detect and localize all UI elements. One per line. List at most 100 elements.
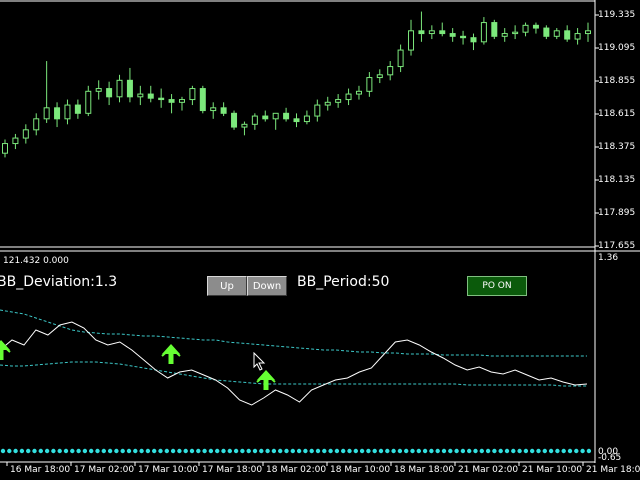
zero-level-dot xyxy=(145,448,151,454)
candle-body xyxy=(293,118,300,123)
candle-body xyxy=(54,107,61,120)
zero-level-dot xyxy=(259,448,264,454)
zero-level-dot xyxy=(290,448,295,454)
price-tick-label: 119.335 xyxy=(598,10,636,20)
candle-body xyxy=(210,107,217,112)
candle-body xyxy=(512,31,519,35)
candle-body xyxy=(262,115,269,120)
candle-body xyxy=(33,118,40,131)
zero-level-dot xyxy=(51,448,56,454)
time-tick-label: 18 Mar 18:00 xyxy=(394,465,455,475)
zero-level-dot xyxy=(107,448,113,454)
zero-level-dot xyxy=(202,448,207,454)
zero-level-dot xyxy=(397,448,403,454)
candle-body xyxy=(335,99,342,103)
lower-band-line xyxy=(0,361,587,387)
zero-level-dot xyxy=(284,448,289,454)
zero-level-dot xyxy=(278,448,283,454)
zero-level-dot xyxy=(240,448,245,454)
zero-level-dot xyxy=(70,448,75,454)
zero-level-dot xyxy=(309,448,314,454)
zero-level-dot xyxy=(7,448,12,454)
candle-body xyxy=(376,74,383,79)
indicator-info: 121.432 0.000 xyxy=(3,256,69,266)
price-tick-label: 119.095 xyxy=(598,43,636,53)
zero-level-dot xyxy=(366,448,371,454)
price-tick-label: 118.615 xyxy=(598,109,636,119)
candle-body xyxy=(231,112,238,128)
time-tick-label: 17 Mar 02:00 xyxy=(74,465,135,475)
zero-level-dot xyxy=(454,448,459,454)
zero-level-dot xyxy=(227,448,232,454)
zero-level-dot xyxy=(57,448,62,454)
zero-level-dot xyxy=(536,448,541,454)
time-tick-label: 21 Mar 18:00 xyxy=(586,465,640,475)
zero-level-dot xyxy=(492,448,497,454)
candle-body xyxy=(449,33,456,37)
zero-level-dot xyxy=(208,448,214,454)
up-button[interactable]: Up xyxy=(207,276,247,296)
zero-level-dot xyxy=(341,448,346,454)
zero-level-dot xyxy=(315,448,321,454)
zero-level-dot xyxy=(63,448,69,454)
candle-body xyxy=(64,104,71,120)
zero-level-dot xyxy=(548,448,554,454)
zero-level-dot xyxy=(322,448,327,454)
candle-body xyxy=(355,90,362,95)
chart-canvas[interactable] xyxy=(0,0,640,480)
zero-level-dot xyxy=(391,448,396,454)
candle-body xyxy=(387,66,394,76)
candle-body xyxy=(272,112,279,120)
zero-level-dot xyxy=(296,448,302,454)
candle-body xyxy=(106,88,113,98)
candle-body xyxy=(168,99,175,103)
zero-level-dot xyxy=(359,448,365,454)
zero-level-dot xyxy=(567,448,573,454)
mouse-cursor-icon xyxy=(253,352,266,371)
zero-level-dot xyxy=(422,448,428,454)
zero-level-dot xyxy=(0,448,6,454)
zero-level-dot xyxy=(177,448,182,454)
candle-body xyxy=(43,107,50,120)
zero-level-dot xyxy=(189,448,195,454)
candle-body xyxy=(241,123,248,128)
bb-deviation-label: BB_Deviation:1.3 xyxy=(0,274,118,290)
zero-level-dot xyxy=(555,448,560,454)
zero-level-dot xyxy=(574,448,579,454)
zero-level-dot xyxy=(530,448,535,454)
price-tick-label: 118.135 xyxy=(598,175,636,185)
zero-level-dot xyxy=(378,448,384,454)
zero-level-dot xyxy=(467,448,472,454)
candle-body xyxy=(251,115,258,125)
zero-level-dot xyxy=(38,448,43,454)
zero-level-dot xyxy=(246,448,251,454)
zero-level-dot xyxy=(233,448,239,454)
candle-body xyxy=(543,27,550,37)
candle-body xyxy=(324,101,331,106)
zero-level-dot xyxy=(13,448,18,454)
price-tick-label: 117.655 xyxy=(598,241,636,251)
time-tick-label: 18 Mar 02:00 xyxy=(266,465,327,475)
zero-level-dot xyxy=(435,448,440,454)
candle-body xyxy=(12,137,19,145)
candle-body xyxy=(522,24,529,33)
candle-body xyxy=(397,49,404,68)
zero-level-dot xyxy=(372,448,377,454)
price-tick-label: 118.855 xyxy=(598,76,636,86)
po-on-button[interactable]: PO ON xyxy=(467,276,527,296)
time-tick-label: 21 Mar 10:00 xyxy=(522,465,583,475)
zero-level-dot xyxy=(89,448,94,454)
candle-body xyxy=(74,104,81,114)
zero-level-dot xyxy=(95,448,100,454)
time-tick-label: 17 Mar 18:00 xyxy=(202,465,263,475)
time-tick-label: 18 Mar 10:00 xyxy=(330,465,391,475)
down-button[interactable]: Down xyxy=(247,276,287,296)
candle-body xyxy=(85,90,92,114)
candle-body xyxy=(408,30,415,51)
zero-level-dot xyxy=(32,448,37,454)
candle-body xyxy=(585,30,591,35)
zero-level-dot xyxy=(271,448,277,454)
zero-level-dot xyxy=(448,448,453,454)
zero-level-dot xyxy=(196,448,201,454)
candle-body xyxy=(480,22,487,43)
